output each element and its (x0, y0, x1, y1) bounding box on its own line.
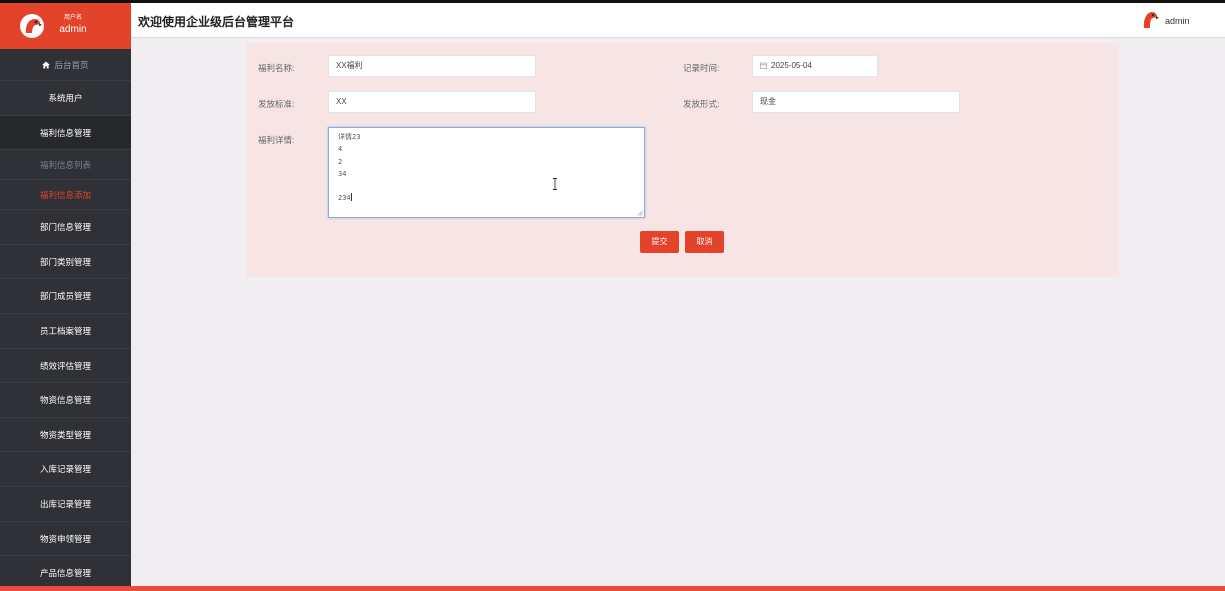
welfare-detail-label: 福利详情: (258, 135, 295, 145)
detail-line: 4 (338, 145, 343, 154)
calendar-icon (760, 62, 767, 69)
cancel-button[interactable]: 取消 (685, 231, 724, 253)
sidebar-item-product-info[interactable]: 产品信息管理 (0, 556, 131, 586)
record-time-input[interactable]: 2025-05-04 (752, 55, 878, 77)
sidebar-subitem-welfare-list[interactable]: 福利信息列表 (0, 150, 131, 181)
sidebar-item-label: 入库记录管理 (39, 464, 91, 475)
sidebar-item-label: 福利信息添加 (39, 190, 91, 201)
sidebar-item-label: 物资申领管理 (39, 533, 91, 544)
sidebar-item-label: 福利信息管理 (39, 127, 91, 138)
record-time-label: 记录时间: (683, 63, 720, 73)
sidebar-item-home[interactable]: 后台首页 (0, 49, 131, 81)
sidebar-item-label: 出库记录管理 (39, 498, 91, 509)
record-time-value: 2025-05-04 (771, 61, 812, 70)
sidebar-item-outbound-records[interactable]: 出库记录管理 (0, 487, 131, 522)
header-user-name[interactable]: admin (1165, 16, 1190, 26)
sidebar-subitem-welfare-add[interactable]: 福利信息添加 (0, 180, 131, 211)
welfare-detail-text: 详情23 4 2 34 234 (338, 131, 360, 205)
sidebar: 用户名 admin 后台首页 系统用户 福利信息管理 福利信息列表 福利信息添加… (0, 3, 131, 586)
submit-button[interactable]: 提交 (640, 231, 679, 253)
distribution-standard-input[interactable]: XX (328, 91, 536, 113)
detail-line: 234 (338, 194, 351, 203)
sidebar-item-label: 物资类型管理 (39, 429, 91, 440)
sidebar-item-label: 部门信息管理 (39, 222, 91, 233)
sidebar-item-label: 绩效评估管理 (39, 360, 91, 371)
sidebar-item-label: 物资信息管理 (39, 395, 91, 406)
sidebar-item-material-type[interactable]: 物资类型管理 (0, 418, 131, 453)
welfare-name-value: XX福利 (336, 61, 363, 70)
home-icon (42, 61, 51, 69)
sidebar-item-label: 产品信息管理 (39, 568, 91, 579)
sidebar-item-label: 福利信息列表 (39, 160, 91, 171)
distribution-standard-value: XX (336, 97, 347, 106)
detail-line: 34 (338, 169, 347, 178)
welfare-add-form: 福利名称: XX福利 记录时间: 2025-05-04 发放标准: XX 发放形… (246, 43, 1119, 277)
welfare-name-label: 福利名称: (258, 63, 295, 73)
sidebar-item-performance[interactable]: 绩效评估管理 (0, 349, 131, 384)
sidebar-user-role: 用户名 (63, 15, 82, 21)
sidebar-user-box: 用户名 admin (0, 3, 131, 49)
sidebar-item-department-info[interactable]: 部门信息管理 (0, 210, 131, 245)
welfare-detail-textarea[interactable]: 详情23 4 2 34 234 (328, 127, 645, 218)
distribution-method-label: 发放形式: (683, 99, 720, 109)
detail-line: 详情23 (338, 133, 361, 141)
distribution-method-value: 现金 (760, 97, 776, 106)
sidebar-item-welfare-management[interactable]: 福利信息管理 (0, 115, 131, 151)
window-bottom-border (0, 586, 1225, 591)
sidebar-item-label: 系统用户 (48, 93, 83, 103)
detail-line: 2 (338, 157, 343, 166)
text-caret (350, 193, 352, 202)
distribution-method-input[interactable]: 现金 (752, 91, 960, 113)
sidebar-item-employee-records[interactable]: 员工档案管理 (0, 314, 131, 349)
page-title: 欢迎使用企业级后台管理平台 (138, 15, 295, 29)
sidebar-item-label: 后台首页 (54, 60, 89, 70)
sidebar-item-inbound-records[interactable]: 入库记录管理 (0, 452, 131, 487)
text-cursor-icon (553, 178, 557, 190)
sidebar-item-label: 员工档案管理 (39, 325, 91, 336)
sidebar-item-material-info[interactable]: 物资信息管理 (0, 383, 131, 418)
resize-grip-icon[interactable] (637, 210, 643, 216)
sidebar-item-material-requests[interactable]: 物资申领管理 (0, 522, 131, 557)
parrot-avatar-icon[interactable] (1140, 10, 1160, 30)
sidebar-item-department-category[interactable]: 部门类别管理 (0, 245, 131, 280)
sidebar-user-name: admin (59, 24, 87, 35)
top-header: 欢迎使用企业级后台管理平台 admin (131, 3, 1225, 38)
sidebar-item-department-members[interactable]: 部门成员管理 (0, 279, 131, 314)
sidebar-user-caption: 用户名 admin (56, 15, 90, 35)
sidebar-item-label: 部门成员管理 (39, 291, 91, 302)
main-content: 福利名称: XX福利 记录时间: 2025-05-04 发放标准: XX 发放形… (131, 38, 1225, 586)
sidebar-item-system-users[interactable]: 系统用户 (0, 81, 131, 116)
welfare-name-input[interactable]: XX福利 (328, 55, 536, 77)
distribution-standard-label: 发放标准: (258, 99, 295, 109)
sidebar-item-label: 部门类别管理 (39, 256, 91, 267)
parrot-avatar-icon (20, 14, 44, 38)
